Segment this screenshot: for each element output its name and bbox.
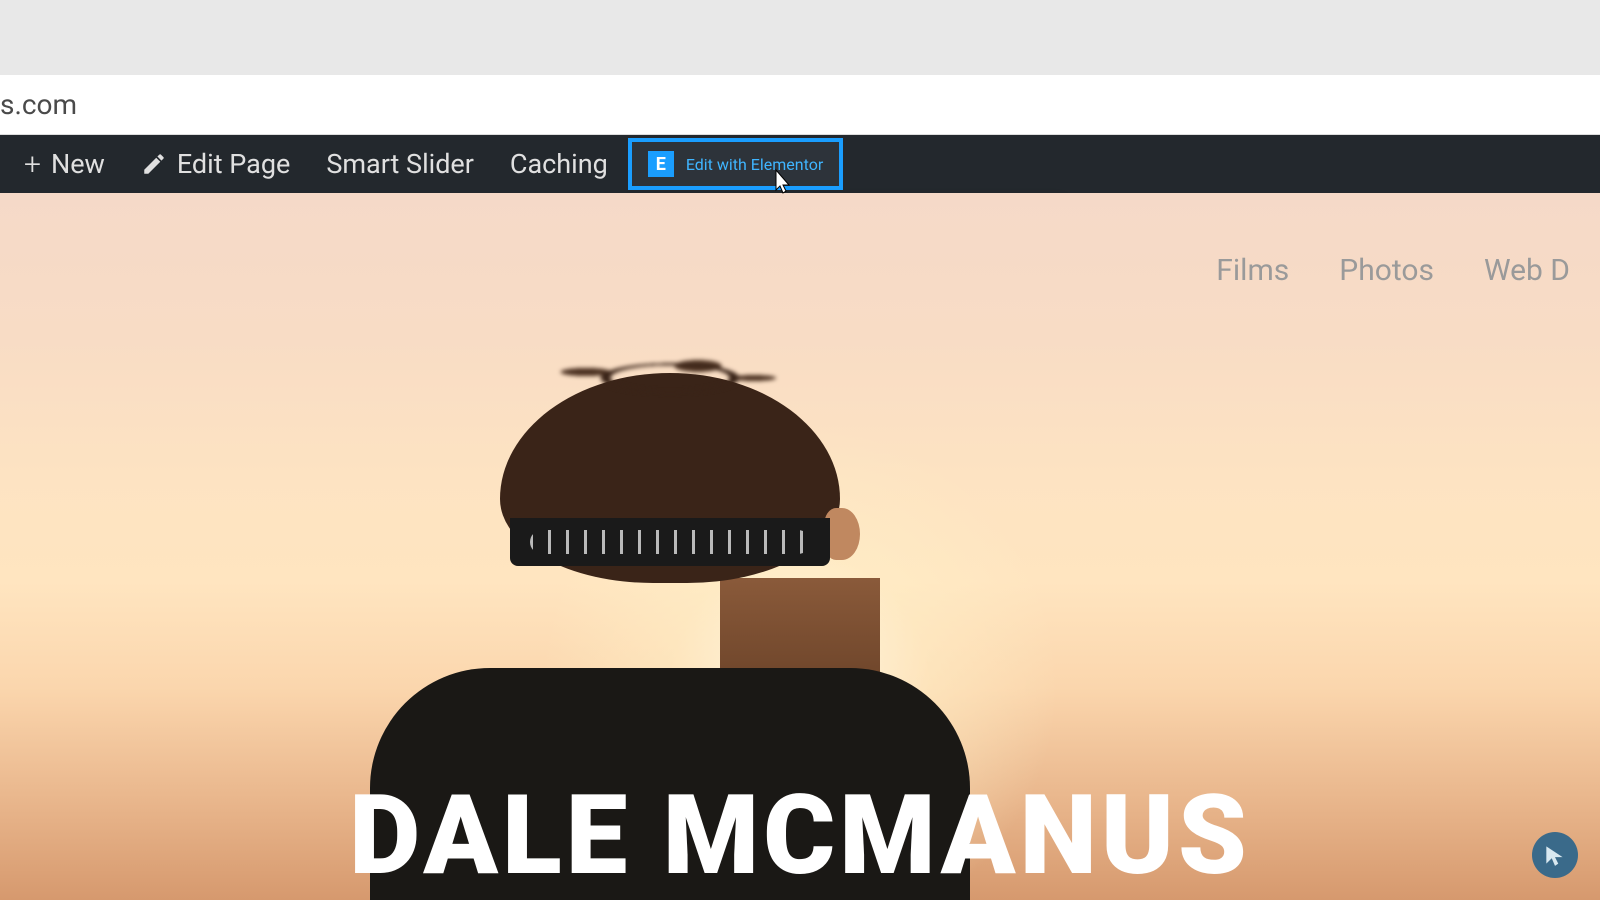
person-bandana [510, 518, 830, 566]
caching-button[interactable]: Caching [492, 135, 626, 193]
edit-with-elementor-button[interactable]: E Edit with Elementor Footer Page [628, 138, 843, 190]
smart-slider-button[interactable]: Smart Slider [308, 135, 492, 193]
edit-page-label: Edit Page [177, 148, 290, 180]
plus-icon: + [24, 147, 41, 182]
cursor-corner-icon [1532, 832, 1578, 878]
arrow-cursor-icon [1542, 842, 1568, 868]
new-button[interactable]: + New [6, 135, 123, 193]
elementor-label: Edit with Elementor [686, 155, 823, 174]
pencil-icon [141, 151, 167, 177]
hero-title: DALE MCMANUS [349, 771, 1251, 900]
person-hair [500, 373, 840, 583]
wp-admin-bar: + New Edit Page Smart Slider Caching E E… [0, 135, 1600, 193]
caching-label: Caching [510, 148, 608, 180]
hero-section: Films Photos Web D DALE MCMANUS [0, 193, 1600, 900]
browser-chrome [0, 0, 1600, 75]
edit-page-button[interactable]: Edit Page [123, 135, 308, 193]
nav-item-films[interactable]: Films [1216, 253, 1289, 288]
smart-slider-label: Smart Slider [326, 148, 474, 180]
nav-item-webd[interactable]: Web D [1484, 253, 1570, 288]
new-label: New [51, 148, 105, 180]
browser-url-bar[interactable]: s.com [0, 75, 1600, 135]
url-text: s.com [0, 88, 77, 121]
nav-item-photos[interactable]: Photos [1339, 253, 1434, 288]
mouse-cursor [770, 168, 794, 196]
elementor-icon: E [648, 151, 674, 177]
site-nav: Films Photos Web D [1216, 253, 1570, 288]
